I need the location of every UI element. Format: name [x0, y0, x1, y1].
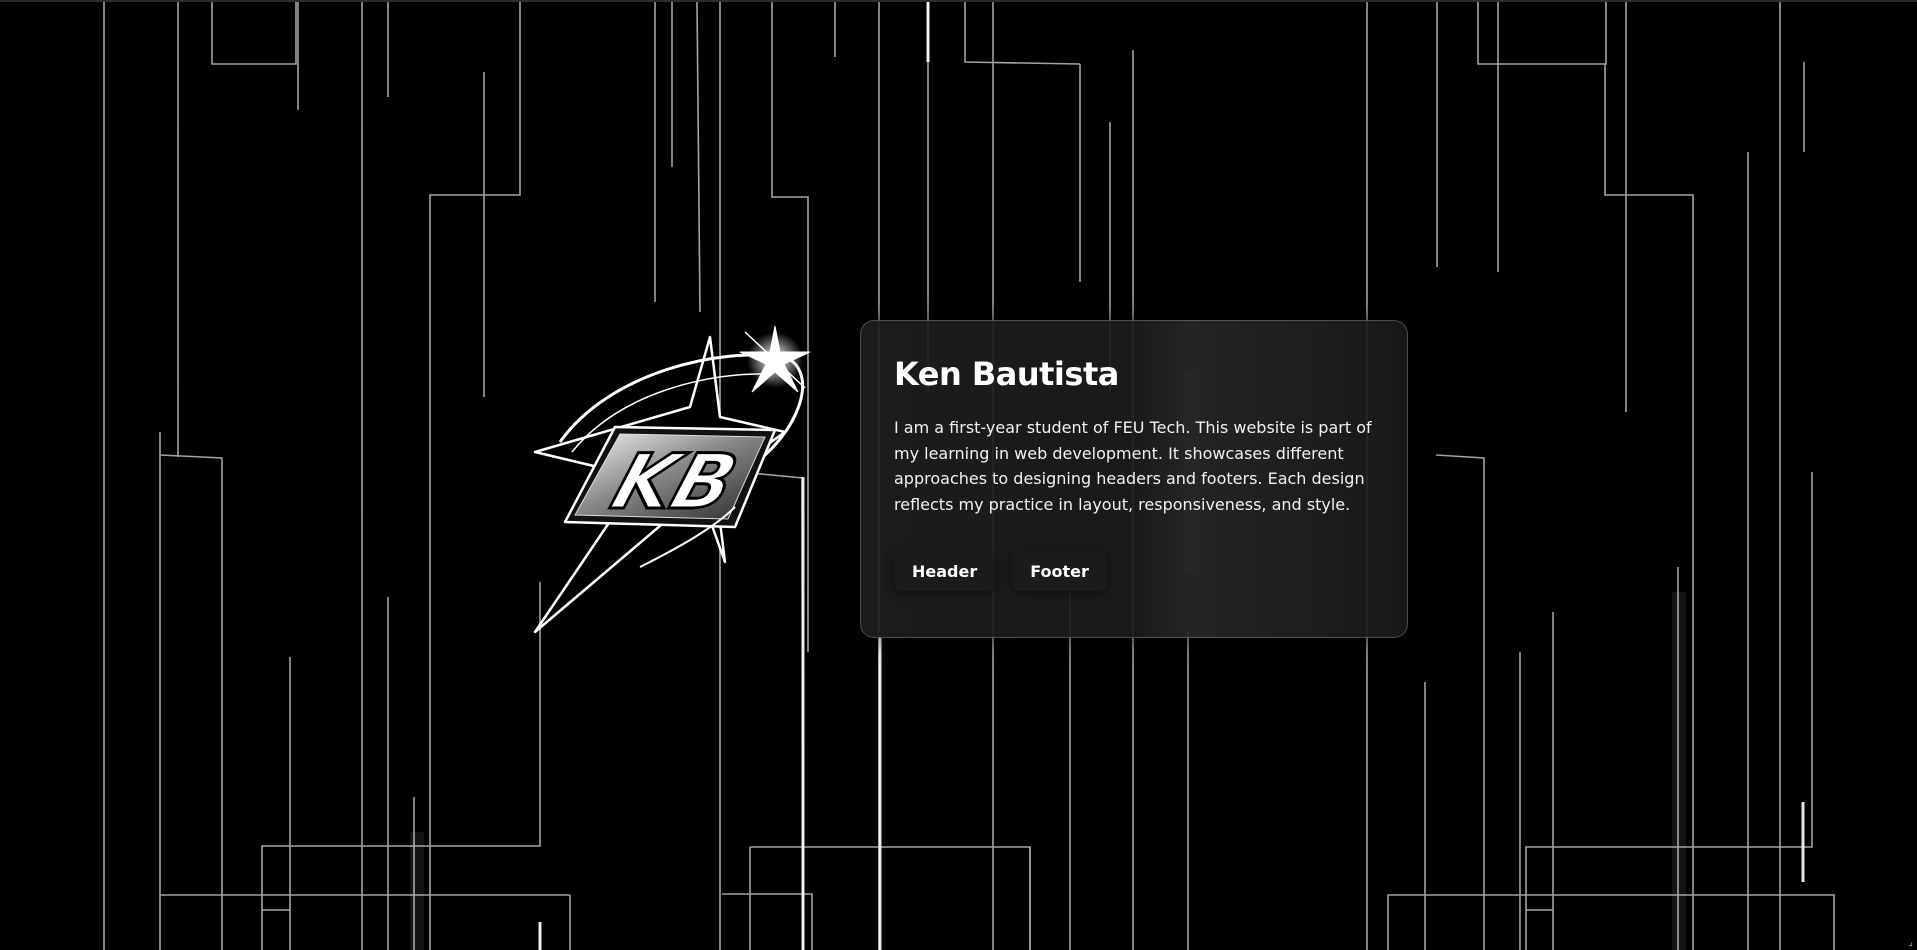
page-title: Ken Bautista — [894, 355, 1119, 393]
intro-card: Ken Bautista I am a first-year student o… — [860, 320, 1408, 638]
footer-button[interactable]: Footer — [1012, 551, 1107, 591]
nav-button-row: Header Footer — [894, 551, 1374, 591]
intro-description: I am a first-year student of FEU Tech. T… — [894, 418, 1372, 514]
resize-handle-icon: ⌟ — [1908, 937, 1913, 948]
header-button[interactable]: Header — [894, 551, 996, 591]
page: KB Ken Bautista I am a first-year studen… — [0, 0, 1917, 950]
kb-star-logo-icon: KB — [533, 325, 811, 634]
